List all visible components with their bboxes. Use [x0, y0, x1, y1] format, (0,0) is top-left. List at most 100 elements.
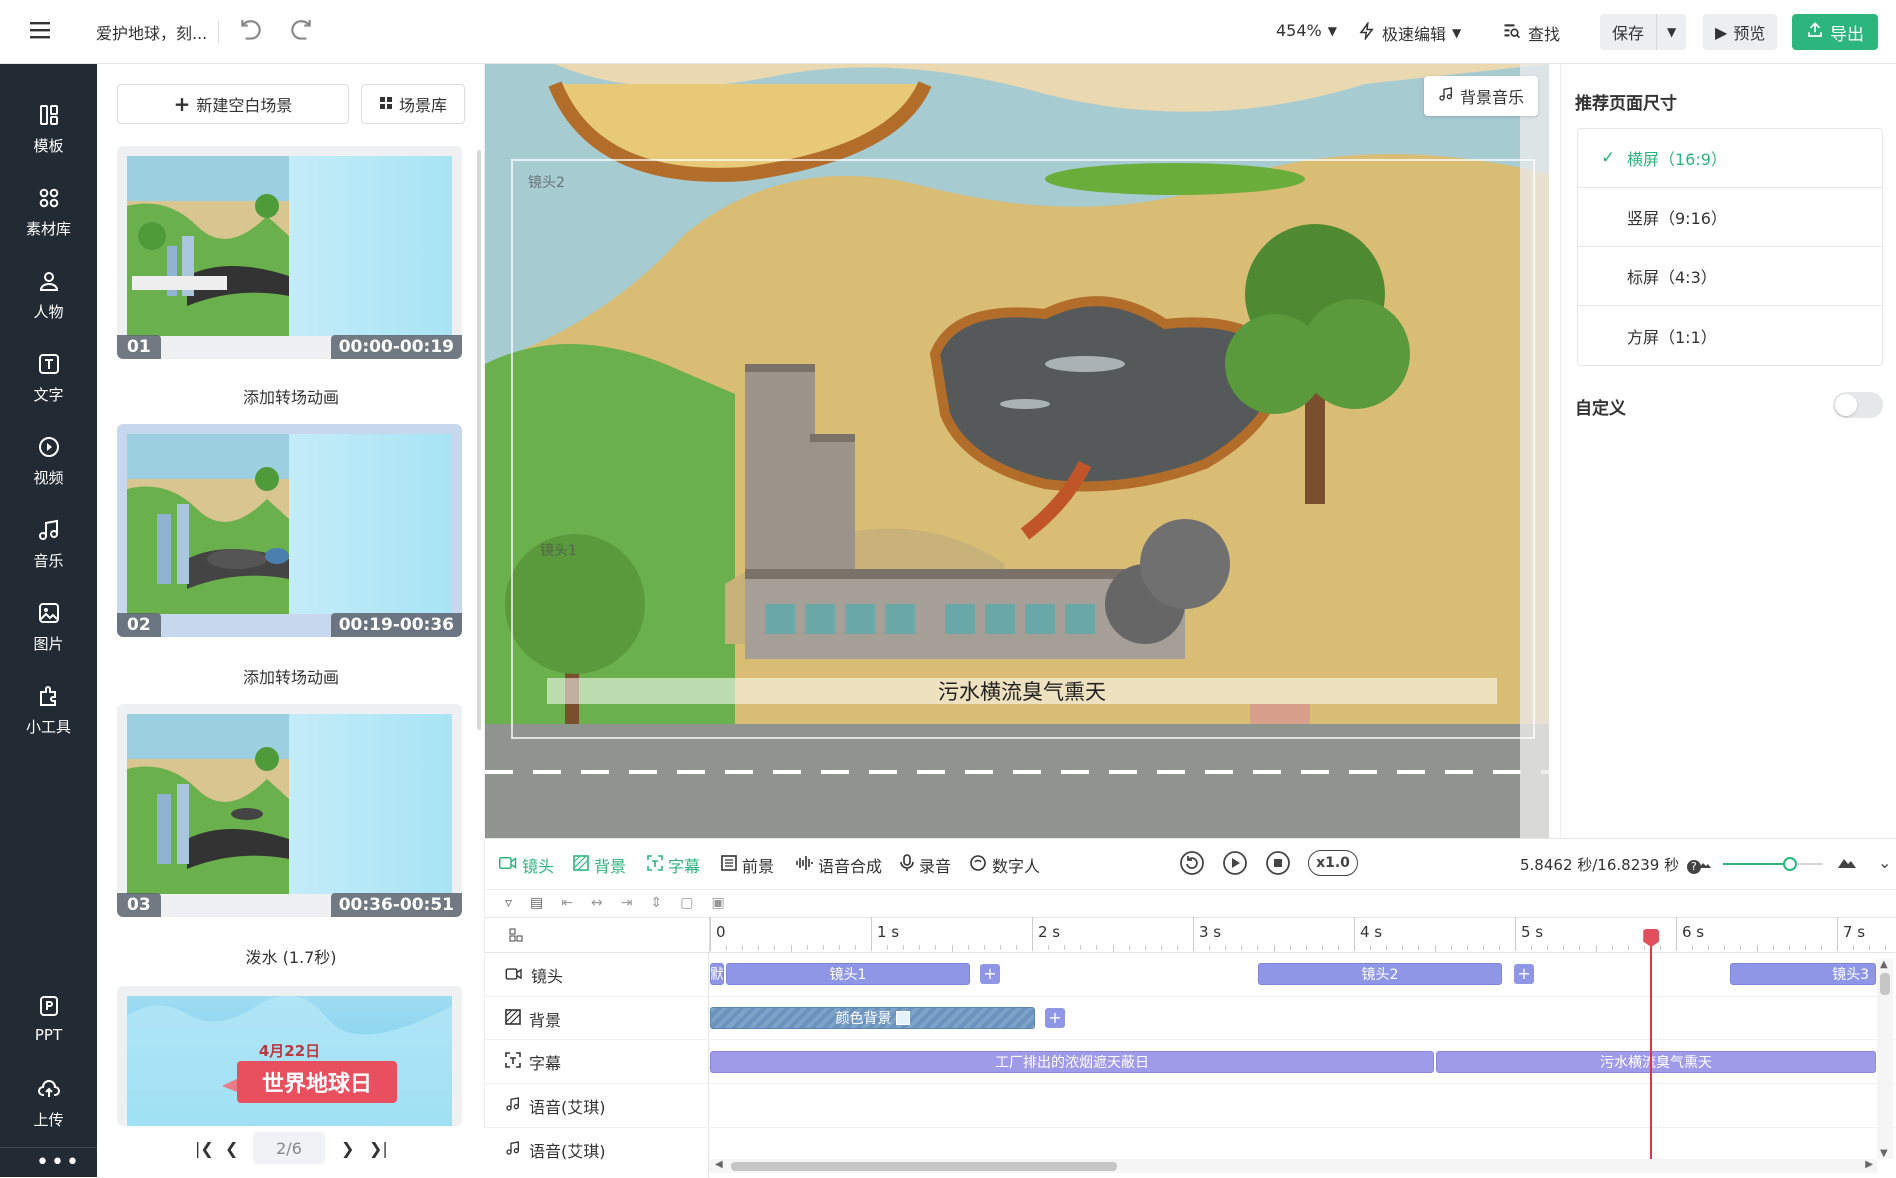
- tab-tts[interactable]: 语音合成: [795, 853, 882, 877]
- shot-clip[interactable]: 镜头1: [726, 963, 970, 985]
- add-transition-link[interactable]: 添加转场动画: [97, 384, 485, 408]
- find-button[interactable]: 查找: [1502, 21, 1560, 45]
- ruler-tick-label: 1 s: [877, 923, 900, 941]
- nav-item-ppt[interactable]: PPT: [0, 984, 97, 1054]
- scroll-down-icon[interactable]: ▼: [1880, 1148, 1888, 1159]
- scene-card-selected[interactable]: 02 00:19-00:36: [117, 424, 462, 637]
- distribute-icon[interactable]: ⇕: [650, 895, 662, 911]
- save-button[interactable]: 保存: [1600, 14, 1657, 50]
- prev-page-icon[interactable]: ❮: [225, 1139, 238, 1158]
- horizontal-scrollbar[interactable]: ◀ ▶: [709, 1159, 1877, 1173]
- add-shot-button[interactable]: +: [1514, 964, 1534, 984]
- edit-mode-label: 极速编辑: [1382, 25, 1447, 44]
- zoom-out-icon[interactable]: [1698, 855, 1712, 874]
- scene-card[interactable]: 03 00:36-00:51: [117, 704, 462, 917]
- scroll-right-icon[interactable]: ▶: [1865, 1159, 1873, 1170]
- tab-foreground[interactable]: 前景: [721, 853, 774, 877]
- first-page-icon[interactable]: |❮: [195, 1139, 214, 1158]
- group-icon[interactable]: ▢: [680, 895, 693, 911]
- ruler-major-tick: [1676, 917, 1677, 951]
- filter-icon[interactable]: ▿: [505, 895, 512, 911]
- zoom-value: 454%: [1276, 21, 1322, 40]
- zoom-dropdown[interactable]: 454% ▼: [1276, 21, 1337, 40]
- tab-shot[interactable]: 镜头: [499, 853, 554, 877]
- nav-item-music[interactable]: 音乐: [0, 509, 97, 579]
- nav-item-video[interactable]: 视频: [0, 426, 97, 496]
- shot-clip[interactable]: 镜头2: [1258, 963, 1502, 985]
- menu-icon[interactable]: [30, 20, 52, 40]
- vertical-scrollbar[interactable]: ▲ ▼: [1877, 959, 1893, 1159]
- background-music-button[interactable]: 背景音乐: [1424, 76, 1539, 116]
- ungroup-icon[interactable]: ▣: [711, 895, 724, 911]
- size-option-selected[interactable]: ✓ 横屏（16:9）: [1577, 129, 1883, 188]
- preview-button[interactable]: ▶ 预览: [1703, 14, 1778, 50]
- shot-clip[interactable]: 镜头3: [1730, 963, 1876, 985]
- shot-clip-default[interactable]: 默: [710, 963, 724, 985]
- scene-library-button[interactable]: 场景库: [361, 84, 465, 124]
- undo-icon[interactable]: [238, 18, 264, 44]
- speed-button[interactable]: x1.0: [1308, 850, 1358, 876]
- scroll-up-icon[interactable]: ▲: [1880, 959, 1888, 970]
- background-clip[interactable]: 颜色背景: [710, 1007, 1035, 1029]
- stop-icon[interactable]: [1265, 850, 1291, 880]
- scene-card[interactable]: 4月22日 世界地球日: [117, 986, 462, 1126]
- add-background-button[interactable]: +: [1045, 1008, 1065, 1028]
- zoom-slider-handle[interactable]: [1783, 857, 1797, 871]
- scrollbar-thumb[interactable]: [731, 1162, 1117, 1171]
- layers-icon[interactable]: ▤: [530, 895, 543, 911]
- size-option[interactable]: 竖屏（9:16）: [1577, 188, 1883, 247]
- nav-item-text[interactable]: 文字: [0, 343, 97, 413]
- add-shot-button[interactable]: +: [980, 964, 1000, 984]
- background-music-label: 背景音乐: [1460, 88, 1525, 107]
- transition-label[interactable]: 泼水 (1.7秒): [97, 944, 485, 968]
- lightning-icon: [1358, 20, 1376, 44]
- tab-record[interactable]: 录音: [900, 853, 951, 877]
- caption-text[interactable]: 污水横流臭气熏天: [547, 678, 1497, 704]
- zoom-in-icon[interactable]: [1837, 852, 1857, 874]
- custom-size-toggle[interactable]: [1833, 392, 1883, 418]
- shot-frame[interactable]: [511, 159, 1535, 739]
- nav-item-assets[interactable]: 素材库: [0, 177, 97, 247]
- nav-item-image[interactable]: 图片: [0, 592, 97, 662]
- align-center-icon[interactable]: ↔: [591, 895, 603, 911]
- tab-digital-human[interactable]: 数字人: [969, 853, 1040, 877]
- save-dropdown-button[interactable]: ▼: [1656, 14, 1687, 50]
- zoom-slider[interactable]: [1723, 857, 1823, 871]
- add-transition-link[interactable]: 添加转场动画: [97, 664, 485, 688]
- play-icon[interactable]: [1222, 850, 1248, 880]
- align-left-icon[interactable]: ⇤: [561, 895, 573, 911]
- page-input[interactable]: 2/6: [253, 1132, 325, 1164]
- subtitle-clip[interactable]: 工厂排出的浓烟遮天蔽日: [710, 1051, 1434, 1073]
- ruler-minor-tick: [887, 945, 889, 950]
- subtitle-clip[interactable]: 污水横流臭气熏天: [1436, 1051, 1876, 1073]
- nav-item-template[interactable]: 模板: [0, 94, 97, 164]
- timeline-toolbar: ▿ ▤ ⇤ ↔ ⇥ ⇕ ▢ ▣: [505, 895, 725, 911]
- scrollbar[interactable]: [477, 150, 481, 730]
- playhead[interactable]: [1643, 929, 1660, 1163]
- time-ruler[interactable]: 0 1 s 2 s 3 s 4 s 5 s 6 s 7 s: [709, 917, 1896, 952]
- scene-card[interactable]: 01 00:00-00:19: [117, 146, 462, 359]
- nav-item-upload[interactable]: 上传: [0, 1068, 97, 1138]
- track-settings-icon[interactable]: [509, 927, 523, 946]
- tab-background[interactable]: 背景: [573, 853, 626, 877]
- align-right-icon[interactable]: ⇥: [621, 895, 633, 911]
- next-page-icon[interactable]: ❯: [341, 1139, 354, 1158]
- scroll-left-icon[interactable]: ◀: [715, 1159, 723, 1170]
- edit-mode-dropdown[interactable]: 极速编辑 ▼: [1358, 20, 1461, 45]
- size-option[interactable]: 标屏（4:3）: [1577, 247, 1883, 306]
- scrollbar-thumb[interactable]: [1880, 973, 1890, 995]
- ruler-major-tick: [1354, 917, 1355, 951]
- collapse-timeline-icon[interactable]: ⌄: [1878, 853, 1891, 872]
- size-option[interactable]: 方屏（1:1）: [1577, 306, 1883, 365]
- last-page-icon[interactable]: ❯|: [369, 1139, 388, 1158]
- more-icon[interactable]: •••: [36, 1150, 81, 1175]
- canvas-stage[interactable]: 镜头2 镜头1 背景音乐 污水横流臭气熏天: [485, 64, 1549, 838]
- redo-icon[interactable]: [288, 18, 314, 44]
- new-blank-scene-button[interactable]: + 新建空白场景: [117, 84, 349, 124]
- document-title[interactable]: 爱护地球，刻...: [96, 20, 207, 44]
- nav-item-person[interactable]: 人物: [0, 260, 97, 330]
- export-button[interactable]: 导出: [1792, 14, 1878, 50]
- replay-icon[interactable]: [1179, 850, 1205, 880]
- nav-item-tools[interactable]: 小工具: [0, 675, 97, 745]
- tab-subtitle[interactable]: 字幕: [647, 853, 700, 877]
